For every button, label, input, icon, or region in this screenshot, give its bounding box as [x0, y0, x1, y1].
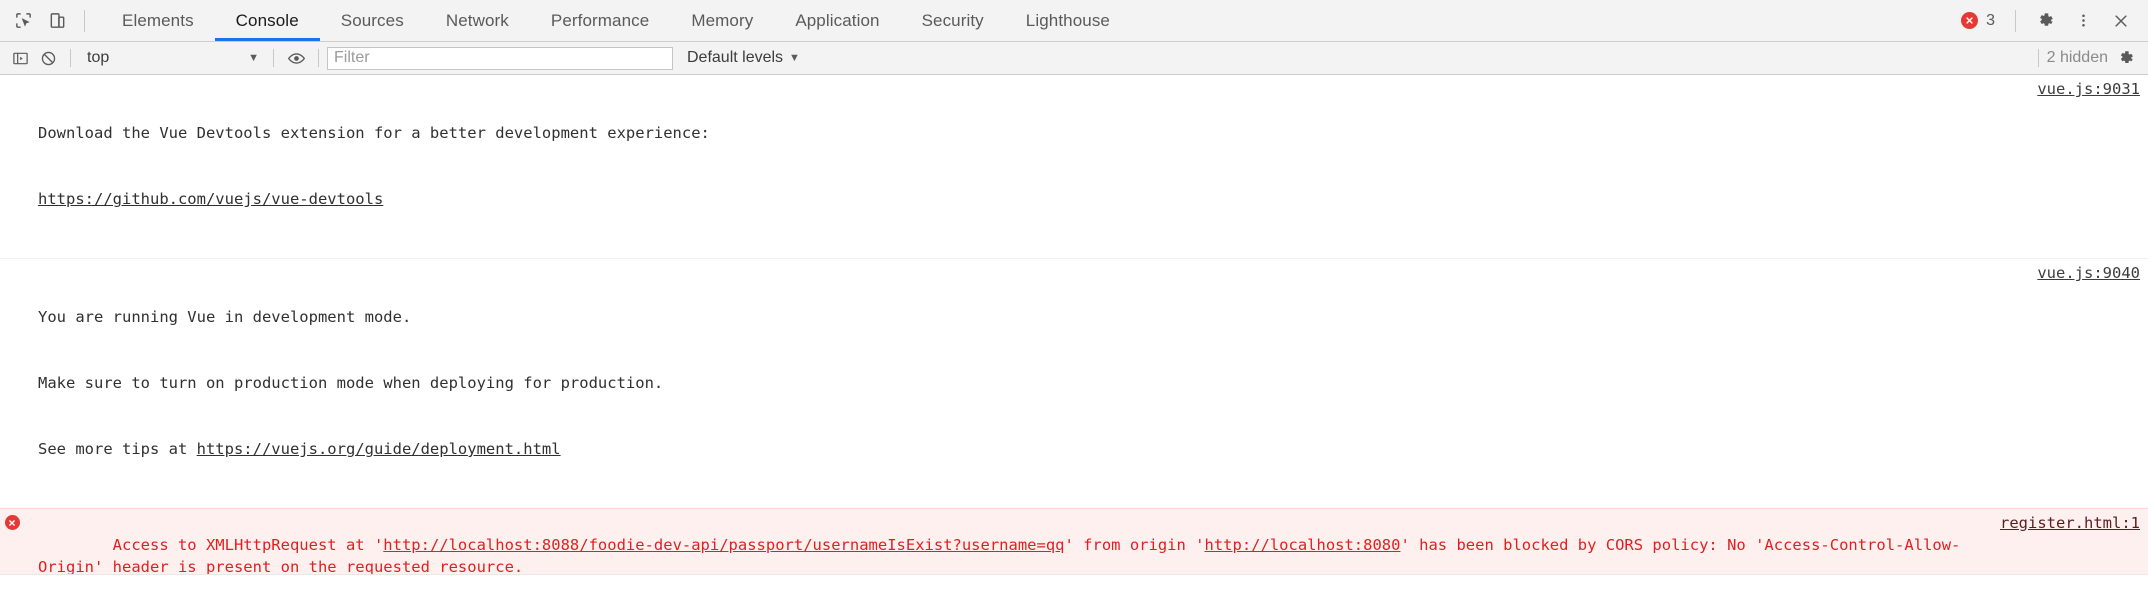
toolbar-divider-1 — [70, 49, 71, 67]
console-sidebar-icon[interactable] — [6, 45, 34, 71]
message-text: Download the Vue Devtools extension for … — [38, 78, 2037, 254]
console-message[interactable]: ▶ Download the Vue Devtools extension fo… — [0, 75, 2148, 259]
message-gutter — [0, 78, 24, 81]
tabbar-actions-divider — [2015, 9, 2016, 32]
toolbar-divider-3 — [318, 49, 319, 67]
tab-sources[interactable]: Sources — [320, 0, 425, 41]
tab-network[interactable]: Network — [425, 0, 530, 41]
devtools-tabbar: Elements Console Sources Network Perform… — [0, 0, 2148, 42]
message-line: Make sure to turn on production mode whe… — [38, 374, 664, 392]
external-link[interactable]: https://vuejs.org/guide/deployment.html — [197, 440, 561, 458]
error-icon — [4, 515, 20, 530]
inspect-element-icon[interactable] — [6, 4, 40, 38]
tab-security[interactable]: Security — [901, 0, 1005, 41]
close-icon[interactable] — [2102, 4, 2140, 38]
tab-label: Network — [445, 10, 509, 30]
console-settings-gear-icon[interactable] — [2112, 45, 2140, 71]
message-gutter — [0, 262, 24, 265]
message-line: https://github.com/vuejs/vue-devtools — [38, 188, 2021, 210]
message-line: Download the Vue Devtools extension for … — [38, 124, 710, 142]
toolbar-divider-2 — [273, 49, 274, 67]
message-line: You are running Vue in development mode. — [38, 308, 412, 326]
tab-elements[interactable]: Elements — [101, 0, 215, 41]
tab-performance[interactable]: Performance — [530, 0, 670, 41]
live-expression-icon[interactable] — [282, 45, 310, 71]
tabbar-tools — [0, 0, 95, 41]
console-toolbar-right: 2 hidden — [2030, 45, 2140, 71]
tab-label: Application — [795, 10, 880, 30]
request-url-link[interactable]: http://localhost:8088/foodie-dev-api/pas… — [383, 536, 1064, 554]
message-text: You are running Vue in development mode.… — [38, 262, 2037, 504]
line-middle: ' from origin ' — [1064, 536, 1205, 554]
execution-context-select[interactable]: top ▼ — [79, 46, 265, 70]
log-levels-label: Default levels — [687, 49, 784, 66]
console-bottom-bar — [0, 574, 2148, 591]
message-source-link[interactable]: vue.js:9040 — [2037, 262, 2148, 284]
tab-label: Memory — [691, 10, 754, 30]
console-toolbar: top ▼ Default levels ▼ 2 hidden — [0, 42, 2148, 75]
chevron-down-icon: ▼ — [248, 52, 259, 64]
tab-label: Security — [921, 10, 984, 30]
message-gutter — [0, 512, 24, 530]
message-source-link[interactable]: register.html:1 — [2000, 512, 2148, 534]
source-location[interactable]: vue.js:9040 — [2037, 264, 2140, 282]
device-toolbar-icon[interactable] — [40, 4, 74, 38]
tabbar-actions: 3 — [1951, 0, 2148, 41]
error-icon — [1961, 12, 1979, 29]
clear-console-icon[interactable] — [34, 45, 62, 71]
execution-context-label: top — [87, 49, 110, 66]
hidden-messages-count[interactable]: 2 hidden — [2047, 49, 2112, 67]
message-line: See more tips at https://vuejs.org/guide… — [38, 438, 2021, 460]
line-prefix: See more tips at — [38, 440, 197, 458]
console-message-list[interactable]: ▶ Download the Vue Devtools extension fo… — [0, 75, 2148, 574]
panel-tabs: Elements Console Sources Network Perform… — [101, 0, 1131, 41]
tab-label: Console — [235, 10, 299, 30]
message-source-link[interactable]: vue.js:9031 — [2037, 78, 2148, 100]
tab-application[interactable]: Application — [774, 0, 900, 41]
origin-url-link[interactable]: http://localhost:8080 — [1205, 536, 1401, 554]
error-count-badge[interactable]: 3 — [1951, 12, 2005, 30]
gear-icon[interactable] — [2026, 4, 2064, 38]
external-link[interactable]: https://github.com/vuejs/vue-devtools — [38, 190, 383, 208]
source-location[interactable]: vue.js:9031 — [2037, 80, 2140, 98]
source-location[interactable]: register.html:1 — [2000, 514, 2140, 532]
devtools-panel: Elements Console Sources Network Perform… — [0, 0, 2148, 591]
tab-lighthouse[interactable]: Lighthouse — [1005, 0, 1131, 41]
error-count-label: 3 — [1986, 11, 1995, 29]
tab-label: Performance — [550, 10, 650, 30]
tab-label: Lighthouse — [1025, 10, 1110, 30]
console-message-error[interactable]: ▶ Access to XMLHttpRequest at 'http://lo… — [0, 508, 2148, 574]
line-prefix: Access to XMLHttpRequest at ' — [112, 536, 384, 554]
message-text: Access to XMLHttpRequest at 'http://loca… — [38, 512, 2000, 574]
tab-memory[interactable]: Memory — [670, 0, 774, 41]
tab-label: Elements — [122, 10, 194, 30]
chevron-down-icon: ▼ — [789, 52, 800, 64]
console-message[interactable]: ▶ You are running Vue in development mod… — [0, 259, 2148, 509]
tabbar-divider — [84, 9, 85, 32]
log-levels-select[interactable]: Default levels ▼ — [687, 49, 800, 67]
filter-input[interactable] — [327, 46, 673, 70]
toolbar-divider-4 — [2037, 49, 2039, 67]
tab-label: Sources — [340, 10, 404, 30]
tab-console[interactable]: Console — [214, 0, 320, 41]
kebab-menu-icon[interactable] — [2064, 4, 2102, 38]
